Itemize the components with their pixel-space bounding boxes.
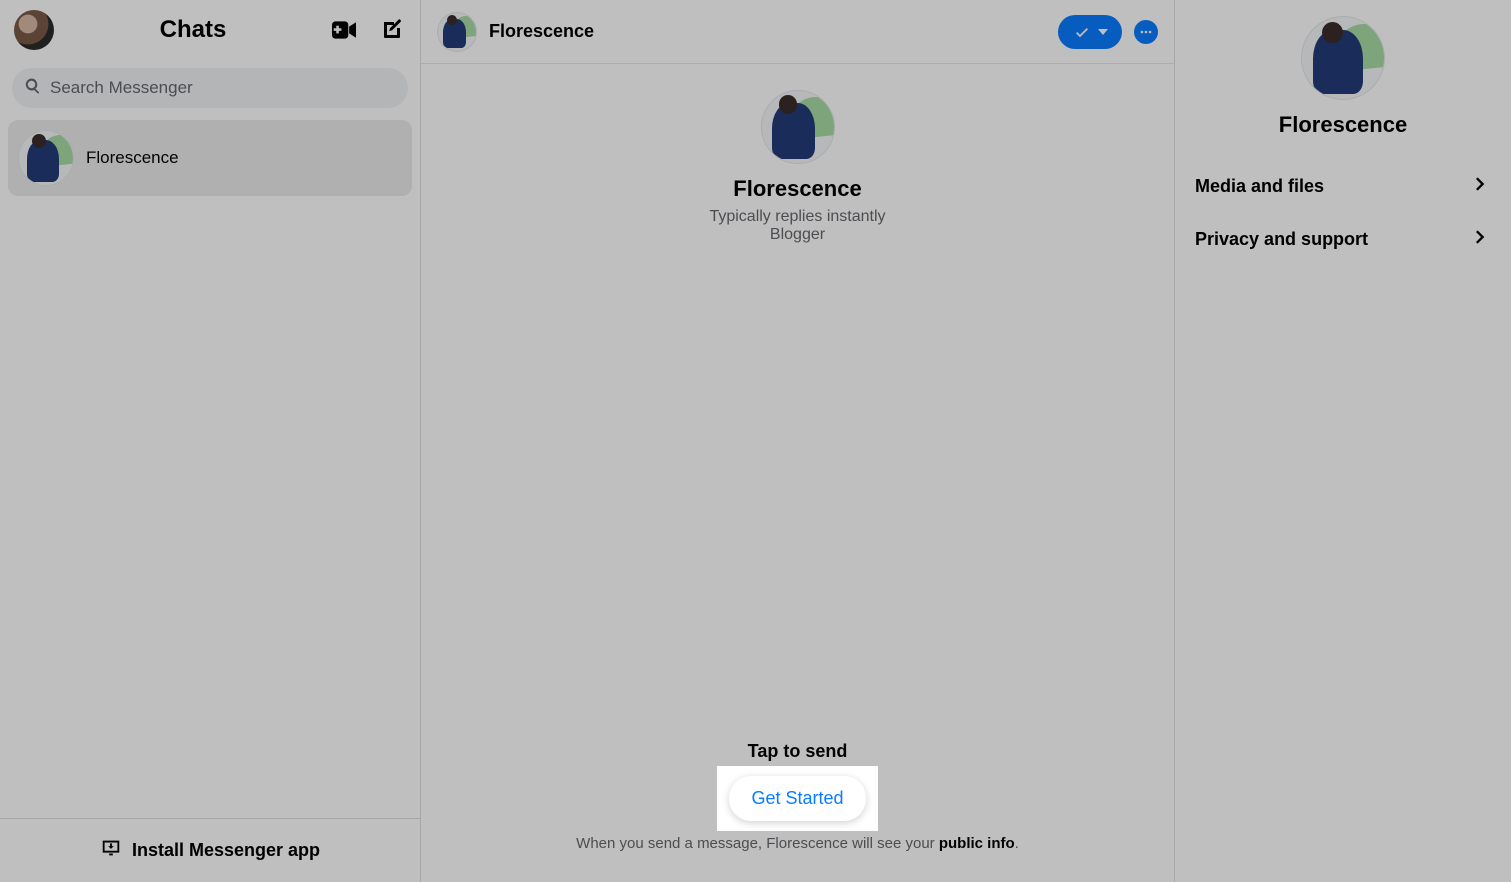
info-panel-avatar: [1301, 16, 1385, 100]
conversation-item[interactable]: Florescence: [8, 120, 412, 196]
conversation-body: Florescence Typically replies instantly …: [421, 64, 1174, 727]
info-row-media-files[interactable]: Media and files: [1175, 160, 1511, 213]
conversation-header: Florescence: [421, 0, 1174, 64]
public-info-link[interactable]: public info: [939, 835, 1015, 852]
conversation-footer: Tap to send Get Started When you send a …: [421, 727, 1174, 882]
conversation-name: Florescence: [86, 148, 179, 168]
info-row-privacy-support[interactable]: Privacy and support: [1175, 213, 1511, 266]
search-wrap: [0, 60, 420, 116]
search-icon: [24, 77, 42, 100]
sidebar-header: Chats: [0, 0, 420, 60]
disclosure-post: .: [1015, 835, 1019, 852]
contact-avatar-large: [761, 90, 835, 164]
conversation-list: Florescence: [0, 116, 420, 818]
contact-name: Florescence: [733, 176, 861, 202]
install-label: Install Messenger app: [132, 840, 320, 861]
chevron-right-icon: [1471, 227, 1491, 252]
conversation-pane: Florescence Florescence Typically replie…: [421, 0, 1175, 882]
mark-done-button[interactable]: [1058, 15, 1122, 49]
info-row-label: Media and files: [1195, 176, 1324, 197]
conversation-header-title[interactable]: Florescence: [489, 21, 594, 42]
public-info-disclosure: When you send a message, Florescence wil…: [576, 835, 1019, 852]
sidebar: Chats Flor: [0, 0, 421, 882]
conversation-header-avatar[interactable]: [437, 12, 477, 52]
sidebar-actions: [332, 18, 404, 42]
more-options-icon[interactable]: [1134, 20, 1158, 44]
install-app-button[interactable]: Install Messenger app: [0, 818, 420, 882]
conversation-avatar: [18, 130, 74, 186]
search-input[interactable]: [50, 78, 396, 98]
info-panel-name: Florescence: [1279, 112, 1407, 138]
info-row-label: Privacy and support: [1195, 229, 1368, 250]
contact-reply-info: Typically replies instantly: [709, 208, 885, 226]
contact-category: Blogger: [770, 226, 825, 244]
info-panel: Florescence Media and files Privacy and …: [1175, 0, 1511, 882]
chevron-right-icon: [1471, 174, 1491, 199]
disclosure-pre: When you send a message, Florescence wil…: [576, 835, 939, 852]
get-started-button[interactable]: Get Started: [729, 776, 865, 821]
tap-to-send-label: Tap to send: [748, 741, 848, 762]
sidebar-title: Chats: [66, 16, 320, 44]
search-box[interactable]: [12, 68, 408, 108]
compose-icon[interactable]: [380, 18, 404, 42]
video-call-icon[interactable]: [332, 20, 360, 40]
download-icon: [100, 837, 122, 864]
user-avatar[interactable]: [14, 10, 54, 50]
